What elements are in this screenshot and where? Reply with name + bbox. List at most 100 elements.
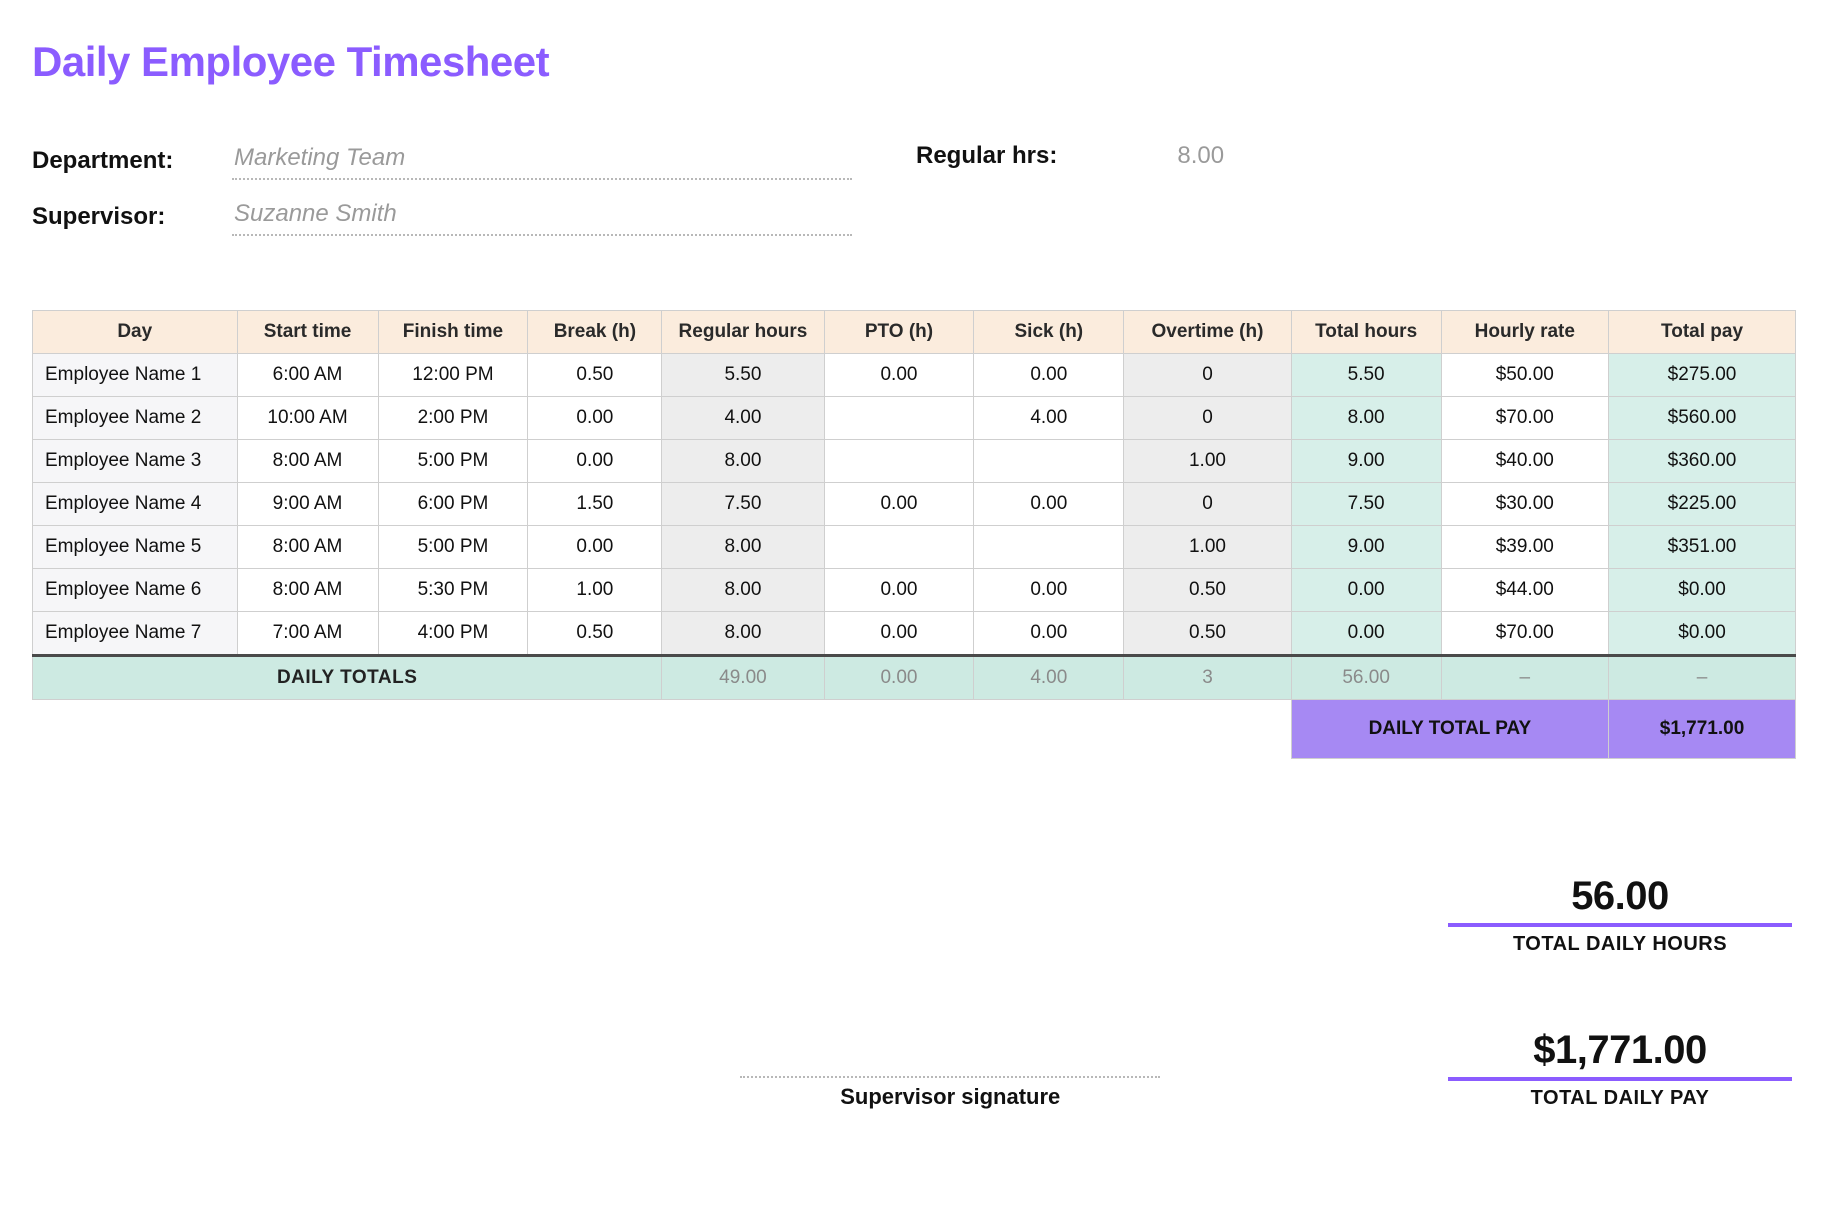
cell-finish[interactable]: 5:00 PM [378,440,528,483]
cell-pto[interactable]: 0.00 [824,569,974,612]
timesheet-table: Day Start time Finish time Break (h) Reg… [32,310,1796,759]
total-daily-hours-label: TOTAL DAILY HOURS [1440,933,1800,956]
cell-start[interactable]: 8:00 AM [237,440,378,483]
cell-name: Employee Name 7 [33,612,238,656]
cell-pto[interactable] [824,397,974,440]
col-start: Start time [237,311,378,354]
page-title: Daily Employee Timesheet [32,38,1800,86]
cell-rate[interactable]: $70.00 [1441,612,1608,656]
cell-regular: 8.00 [662,440,824,483]
daily-totals-label: DAILY TOTALS [33,656,662,700]
cell-ot: 0 [1124,354,1291,397]
cell-regular: 8.00 [662,612,824,656]
cell-name: Employee Name 6 [33,569,238,612]
cell-finish[interactable]: 12:00 PM [378,354,528,397]
cell-regular: 5.50 [662,354,824,397]
cell-name: Employee Name 5 [33,526,238,569]
table-row: Employee Name 58:00 AM5:00 PM0.008.001.0… [33,526,1796,569]
cell-total: 7.50 [1291,483,1441,526]
cell-sick[interactable] [974,440,1124,483]
col-rate: Hourly rate [1441,311,1608,354]
signature-line[interactable] [740,1050,1160,1078]
cell-regular: 8.00 [662,569,824,612]
cell-start[interactable]: 7:00 AM [237,612,378,656]
total-daily-pay-value: $1,771.00 [1448,1028,1792,1073]
cell-total: 9.00 [1291,526,1441,569]
col-day: Day [33,311,238,354]
cell-rate[interactable]: $70.00 [1441,397,1608,440]
cell-pto[interactable]: 0.00 [824,612,974,656]
cell-break[interactable]: 0.00 [528,397,662,440]
cell-break[interactable]: 1.00 [528,569,662,612]
cell-start[interactable]: 9:00 AM [237,483,378,526]
cell-pto[interactable]: 0.00 [824,354,974,397]
cell-regular: 7.50 [662,483,824,526]
totals-total: 56.00 [1291,656,1441,700]
cell-total: 5.50 [1291,354,1441,397]
cell-pay: $351.00 [1609,526,1796,569]
cell-name: Employee Name 1 [33,354,238,397]
department-label: Department: [32,147,232,175]
cell-sick[interactable]: 4.00 [974,397,1124,440]
table-row: Employee Name 77:00 AM4:00 PM0.508.000.0… [33,612,1796,656]
cell-rate[interactable]: $30.00 [1441,483,1608,526]
col-total: Total hours [1291,311,1441,354]
totals-rate: – [1441,656,1608,700]
cell-start[interactable]: 8:00 AM [237,526,378,569]
cell-name: Employee Name 4 [33,483,238,526]
cell-break[interactable]: 0.00 [528,440,662,483]
cell-start[interactable]: 8:00 AM [237,569,378,612]
cell-sick[interactable]: 0.00 [974,354,1124,397]
col-sick: Sick (h) [974,311,1124,354]
cell-pto[interactable]: 0.00 [824,483,974,526]
cell-total: 0.00 [1291,612,1441,656]
cell-finish[interactable]: 4:00 PM [378,612,528,656]
supervisor-input[interactable] [232,198,852,236]
cell-rate[interactable]: $39.00 [1441,526,1608,569]
cell-finish[interactable]: 5:00 PM [378,526,528,569]
table-row: Employee Name 38:00 AM5:00 PM0.008.001.0… [33,440,1796,483]
cell-rate[interactable]: $44.00 [1441,569,1608,612]
cell-sick[interactable]: 0.00 [974,483,1124,526]
totals-pay: – [1609,656,1796,700]
cell-rate[interactable]: $40.00 [1441,440,1608,483]
cell-regular: 8.00 [662,526,824,569]
cell-rate[interactable]: $50.00 [1441,354,1608,397]
cell-total: 9.00 [1291,440,1441,483]
cell-sick[interactable]: 0.00 [974,569,1124,612]
cell-break[interactable]: 0.50 [528,612,662,656]
cell-ot: 1.00 [1124,440,1291,483]
cell-pto[interactable] [824,526,974,569]
cell-finish[interactable]: 6:00 PM [378,483,528,526]
table-row: Employee Name 68:00 AM5:30 PM1.008.000.0… [33,569,1796,612]
cell-finish[interactable]: 5:30 PM [378,569,528,612]
col-ot: Overtime (h) [1124,311,1291,354]
col-regular: Regular hours [662,311,824,354]
table-row: Employee Name 49:00 AM6:00 PM1.507.500.0… [33,483,1796,526]
department-input[interactable] [232,142,852,180]
totals-pto: 0.00 [824,656,974,700]
cell-sick[interactable] [974,526,1124,569]
total-daily-pay-label: TOTAL DAILY PAY [1440,1087,1800,1110]
daily-total-pay-label: DAILY TOTAL PAY [1291,700,1608,759]
cell-ot: 0 [1124,397,1291,440]
cell-start[interactable]: 6:00 AM [237,354,378,397]
cell-total: 8.00 [1291,397,1441,440]
signature-label: Supervisor signature [840,1084,1060,1110]
cell-sick[interactable]: 0.00 [974,612,1124,656]
cell-start[interactable]: 10:00 AM [237,397,378,440]
cell-pto[interactable] [824,440,974,483]
cell-ot: 0.50 [1124,569,1291,612]
totals-regular: 49.00 [662,656,824,700]
cell-break[interactable]: 0.50 [528,354,662,397]
cell-break[interactable]: 1.50 [528,483,662,526]
meta-block: Department: Supervisor: Regular hrs: 8.0… [32,142,1800,254]
cell-break[interactable]: 0.00 [528,526,662,569]
cell-finish[interactable]: 2:00 PM [378,397,528,440]
totals-ot: 3 [1124,656,1291,700]
signature-block: Supervisor signature [644,874,1256,1110]
col-pto: PTO (h) [824,311,974,354]
cell-pay: $560.00 [1609,397,1796,440]
table-row: Employee Name 210:00 AM2:00 PM0.004.004.… [33,397,1796,440]
totals-sick: 4.00 [974,656,1124,700]
